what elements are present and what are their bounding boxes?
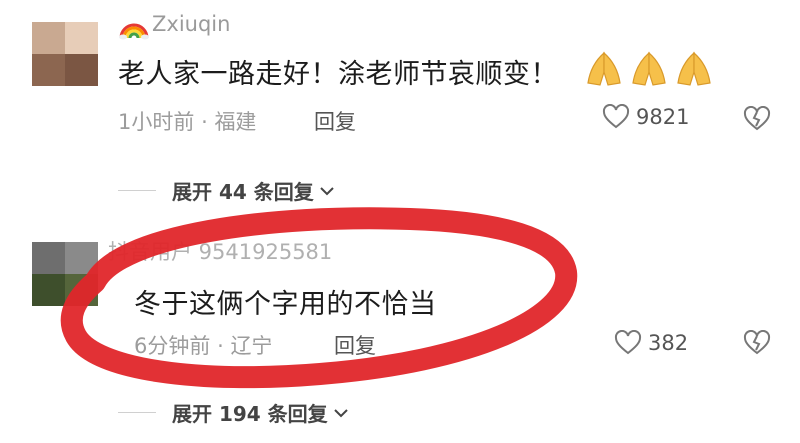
avatar[interactable] [32,242,98,306]
comment-location: 福建 [214,110,257,134]
avatar-pixel [32,274,65,306]
comment-time: 6分钟前 [134,334,211,358]
meta-separator: · [217,334,224,358]
comment-text: 老人家一路走好！涂老师节哀顺变！ [118,59,558,90]
comment-username[interactable]: 抖音用户 9541925581 [108,236,332,266]
comment-meta: 6分钟前 · 辽宁 [134,330,272,360]
avatar-pixel [32,54,65,86]
avatar-pixel [32,242,65,274]
comment-meta: 1小时前 · 福建 [118,106,256,136]
expand-replies-button[interactable]: 展开 194 条回复 [118,398,350,427]
chevron-down-icon [333,408,348,417]
chevron-down-icon [320,186,334,195]
like-count: 9821 [636,105,690,129]
divider-line [118,412,156,413]
comment-username[interactable]: Zxiuqin [152,12,230,36]
broken-heart-icon[interactable] [742,330,772,356]
heart-icon [602,104,630,129]
divider-line [118,190,156,191]
expand-replies-label: 展开 44 条回复 [172,180,314,204]
rainbow-icon [119,23,149,40]
comment-text: 冬于这俩个字用的不恰当 [134,289,437,320]
folded-hands-icon [587,51,711,86]
meta-separator: · [201,110,208,134]
avatar-pixel [65,22,98,54]
avatar-pixel [32,22,65,54]
avatar-pixel [65,242,98,274]
heart-icon [614,330,642,355]
comment-location: 辽宁 [230,334,273,358]
avatar-pixel [65,54,98,86]
expand-replies-label: 展开 194 条回复 [172,402,328,426]
broken-heart-icon[interactable] [742,106,772,132]
like-count: 382 [648,331,689,355]
avatar-pixel [65,274,98,306]
expand-replies-button[interactable]: 展开 44 条回复 [118,176,336,205]
reply-button[interactable]: 回复 [334,330,376,360]
comment-time: 1小时前 [118,110,195,134]
reply-button[interactable]: 回复 [314,106,356,136]
like-button[interactable]: 382 [614,330,688,356]
like-button[interactable]: 9821 [602,104,689,130]
avatar[interactable] [32,22,98,86]
